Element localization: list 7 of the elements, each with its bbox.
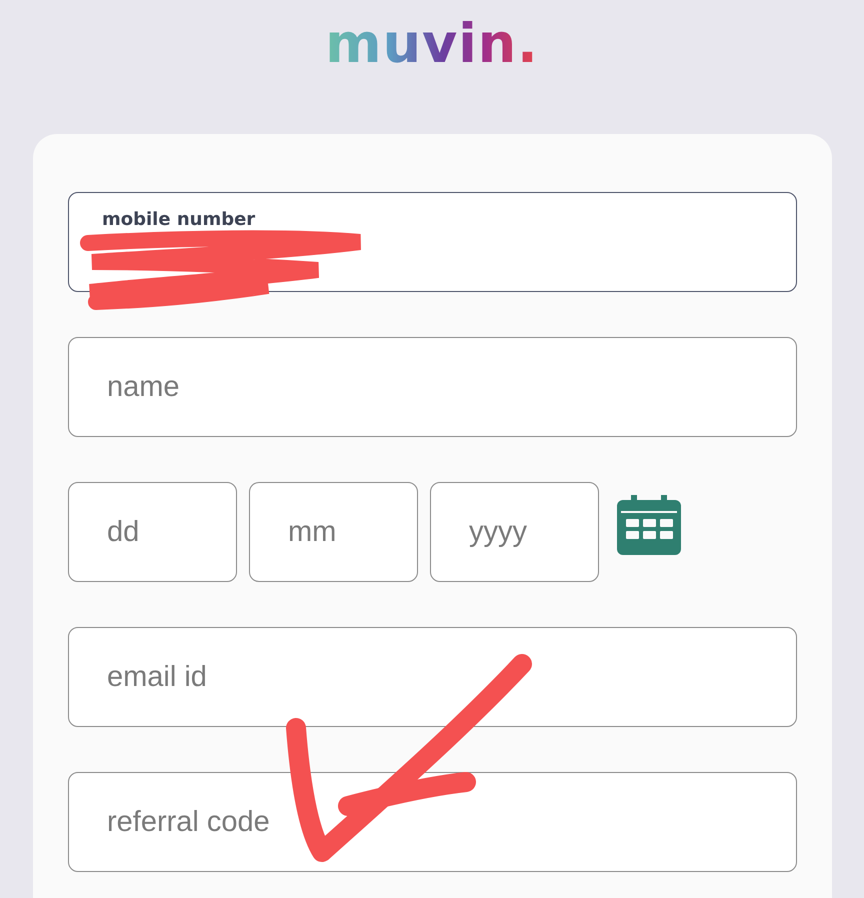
name-field[interactable]: name <box>68 337 797 437</box>
date-field[interactable]: mm <box>249 482 418 582</box>
date-field[interactable]: yyyy <box>430 482 599 582</box>
date-field[interactable]: dd <box>68 482 237 582</box>
calendar-icon[interactable] <box>617 495 681 555</box>
email-field[interactable]: email id <box>68 627 797 727</box>
referral-code-field[interactable]: referral code <box>68 772 797 872</box>
